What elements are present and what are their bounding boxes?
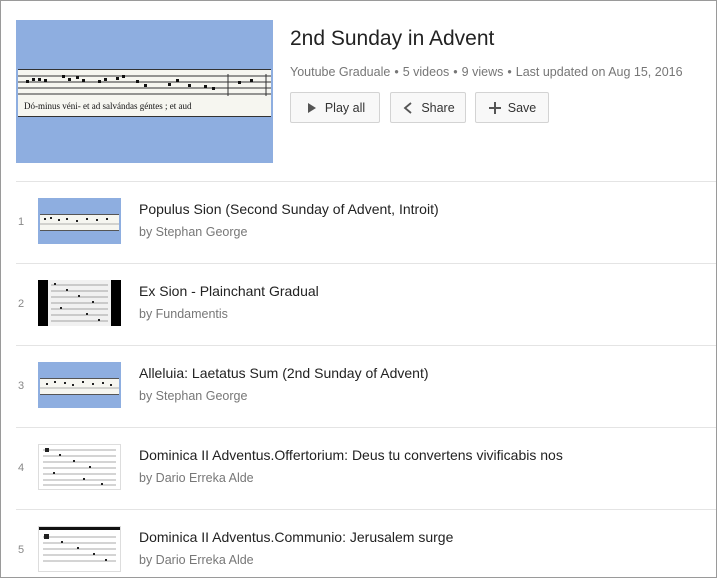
- playlist-meta: Youtube Graduale • 5 videos • 9 views • Last u…: [290, 65, 683, 79]
- play-all-label: Play all: [324, 100, 366, 115]
- playlist-item[interactable]: 2 Ex Sion - Plainchant Gradual by Fundam…: [1, 263, 716, 345]
- share-button[interactable]: Share: [390, 92, 466, 123]
- playlist-item[interactable]: 5 Dominica II Adventus.Communio: Jerusal…: [1, 509, 716, 577]
- video-title[interactable]: Alleluia: Laetatus Sum (2nd Sunday of Ad…: [139, 365, 429, 381]
- video-title[interactable]: Ex Sion - Plainchant Gradual: [139, 283, 319, 299]
- play-all-button[interactable]: Play all: [290, 92, 380, 123]
- video-count: 5 videos: [402, 65, 450, 79]
- video-title[interactable]: Dominica II Adventus.Offertorium: Deus t…: [139, 447, 563, 463]
- video-channel[interactable]: by Dario Erreka Alde: [139, 553, 254, 567]
- share-label: Share: [421, 100, 455, 115]
- playlist-item[interactable]: 3 Alleluia: Laetatus Sum (2nd Sunday of …: [1, 345, 716, 427]
- save-button[interactable]: Save: [475, 92, 549, 123]
- channel-link[interactable]: Youtube Graduale: [290, 65, 390, 79]
- chant-notation-strip: Dó-minus véni- et ad salvándas géntes ; …: [18, 69, 271, 117]
- playlist-title[interactable]: 2nd Sunday in Advent: [290, 27, 494, 51]
- share-icon: [401, 101, 415, 115]
- last-updated: Last updated on Aug 15, 2016: [515, 65, 683, 79]
- item-index: 5: [18, 544, 25, 556]
- playlist-item[interactable]: 1 Populus Sion (Second Sunday of Advent,…: [1, 181, 716, 263]
- playlist-item[interactable]: 4 Dominica II Adventus.Offertorium: Deus…: [1, 427, 716, 509]
- item-index: 1: [18, 216, 25, 228]
- video-thumbnail[interactable]: [38, 444, 121, 490]
- video-title[interactable]: Dominica II Adventus.Communio: Jerusalem…: [139, 529, 453, 545]
- item-index: 4: [18, 462, 25, 474]
- item-index: 3: [18, 380, 25, 392]
- view-count: 9 views: [461, 65, 504, 79]
- video-thumbnail[interactable]: [38, 198, 121, 244]
- meta-separator: •: [453, 65, 458, 79]
- video-thumbnail[interactable]: [38, 526, 121, 572]
- video-thumbnail[interactable]: [38, 362, 121, 408]
- video-channel[interactable]: by Stephan George: [139, 389, 247, 403]
- chant-lyric-text: Dó-minus véni- et ad salvándas géntes ; …: [24, 101, 192, 111]
- meta-separator: •: [507, 65, 512, 79]
- video-thumbnail[interactable]: [38, 280, 121, 326]
- video-channel[interactable]: by Stephan George: [139, 225, 247, 239]
- save-label: Save: [507, 100, 537, 115]
- meta-separator: •: [394, 65, 399, 79]
- playlist-thumbnail[interactable]: Dó-minus véni- et ad salvándas géntes ; …: [16, 20, 273, 163]
- video-channel[interactable]: by Dario Erreka Alde: [139, 471, 254, 485]
- play-icon: [305, 101, 319, 115]
- video-title[interactable]: Populus Sion (Second Sunday of Advent, I…: [139, 201, 439, 217]
- item-index: 2: [18, 298, 25, 310]
- playlist-panel: Dó-minus véni- et ad salvándas géntes ; …: [0, 0, 717, 578]
- plus-icon: [488, 101, 502, 115]
- video-channel[interactable]: by Fundamentis: [139, 307, 228, 321]
